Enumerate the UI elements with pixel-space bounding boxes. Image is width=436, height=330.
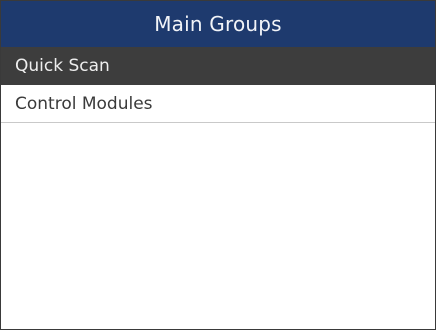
- scan-tool-screen: Main Groups Quick Scan Control Modules: [0, 0, 436, 330]
- menu-item-label: Quick Scan: [15, 56, 110, 76]
- main-groups-list: Quick Scan Control Modules: [1, 47, 435, 123]
- title-bar: Main Groups: [1, 1, 435, 47]
- menu-item-label: Control Modules: [15, 93, 153, 114]
- page-title: Main Groups: [154, 12, 282, 36]
- menu-item-control-modules[interactable]: Control Modules: [1, 85, 435, 123]
- menu-item-quick-scan[interactable]: Quick Scan: [1, 47, 435, 85]
